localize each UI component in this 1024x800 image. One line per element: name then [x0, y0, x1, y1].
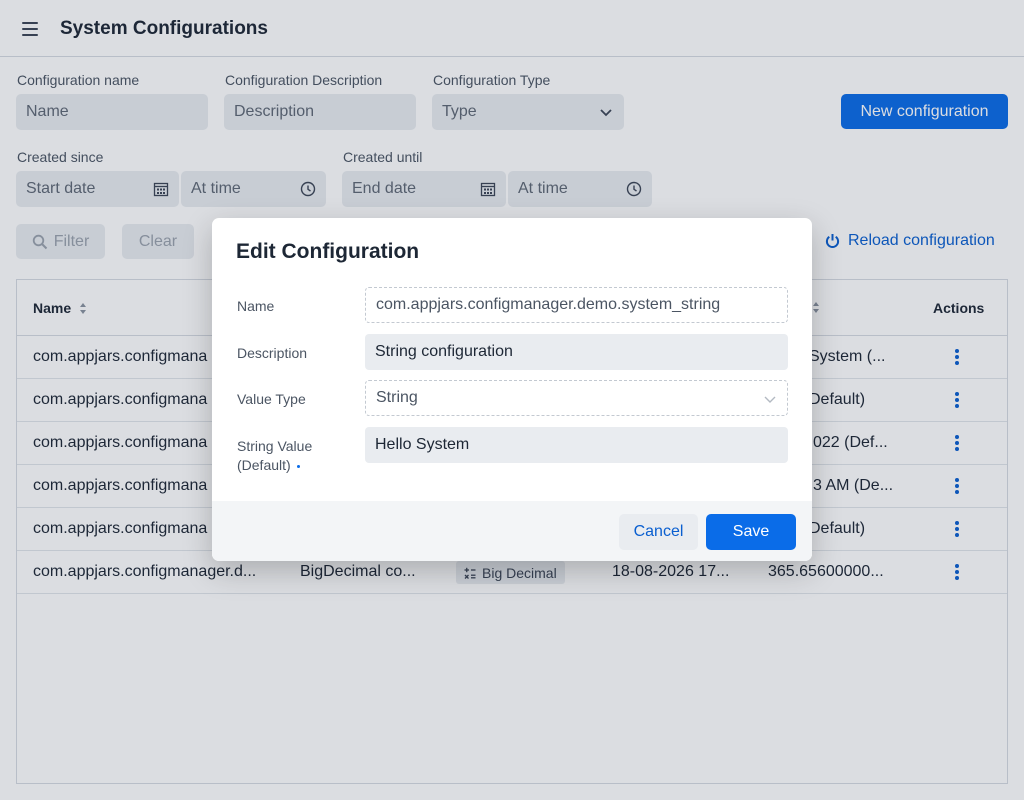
name-field: com.appjars.configmanager.demo.system_st… — [365, 287, 788, 323]
edit-configuration-dialog: Edit Configuration Name com.appjars.conf… — [212, 218, 812, 561]
value-type-field-label: Value Type — [237, 391, 306, 407]
cancel-button[interactable]: Cancel — [619, 514, 698, 550]
save-button[interactable]: Save — [706, 514, 796, 550]
dialog-title: Edit Configuration — [236, 240, 420, 263]
description-field[interactable]: String configuration — [365, 334, 788, 370]
string-value-field-label: String Value (Default) — [237, 437, 312, 475]
string-value-field[interactable]: Hello System — [365, 427, 788, 463]
string-value-label-line2: (Default) — [237, 456, 312, 475]
required-indicator — [296, 464, 300, 468]
string-value-label-line1: String Value — [237, 438, 313, 454]
value-type-value: String — [376, 389, 418, 406]
value-type-select: String — [365, 380, 788, 416]
description-field-label: Description — [237, 345, 308, 361]
dialog-footer: Cancel Save — [212, 501, 812, 561]
string-value-label-default: (Default) — [237, 457, 291, 473]
name-field-label: Name — [237, 298, 275, 314]
chevron-down-icon — [764, 396, 776, 403]
